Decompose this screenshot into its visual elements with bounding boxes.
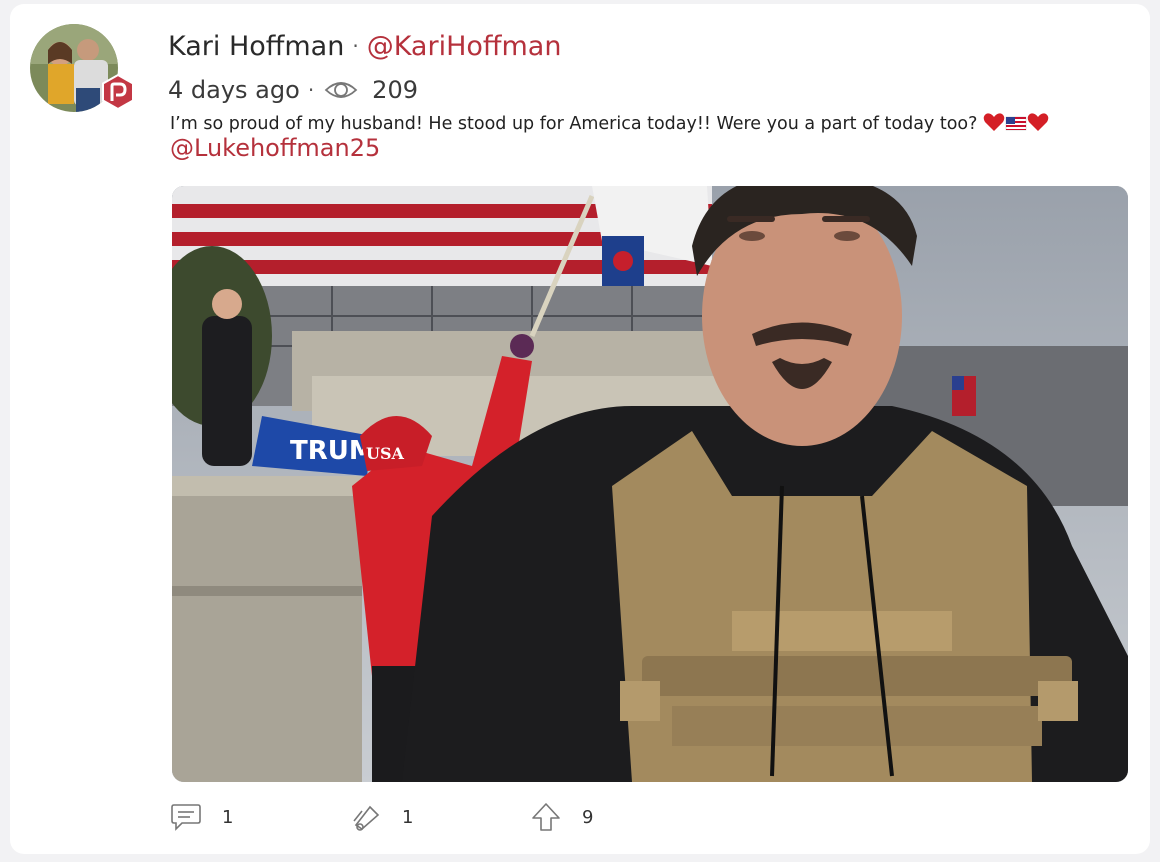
view-count: 209	[372, 76, 418, 104]
author-handle[interactable]: @KariHoffman	[367, 31, 562, 62]
heart-emoji-icon	[1027, 112, 1049, 139]
parler-badge-icon	[100, 73, 136, 111]
echo-icon	[350, 801, 382, 833]
echo-button[interactable]: 1	[350, 801, 530, 833]
upvote-count: 9	[582, 806, 594, 828]
heart-emoji-icon	[983, 112, 1005, 139]
photo-sign-usa: USA	[366, 444, 405, 463]
comment-button[interactable]: 1	[170, 801, 350, 833]
mention-link[interactable]: @Lukehoffman25	[170, 134, 380, 162]
author-line: Kari Hoffman · @KariHoffman	[168, 26, 561, 66]
author-name[interactable]: Kari Hoffman	[168, 31, 344, 62]
post-image[interactable]: TRUMP USA	[172, 186, 1128, 782]
post-text: I’m so proud of my husband! He stood up …	[170, 114, 978, 134]
separator-dot: ·	[307, 78, 315, 102]
separator-dot: ·	[352, 34, 359, 58]
upvote-button[interactable]: 9	[530, 801, 593, 833]
us-flag-emoji-icon	[1005, 114, 1027, 139]
upvote-icon	[530, 801, 562, 833]
post-time: 4 days ago	[168, 76, 300, 104]
post-actions: 1 1 9	[170, 800, 593, 834]
author-avatar[interactable]	[30, 24, 134, 112]
comment-icon	[170, 801, 202, 833]
post-meta: 4 days ago · 209	[168, 70, 418, 110]
eye-icon	[324, 78, 358, 102]
post-card: Kari Hoffman · @KariHoffman 4 days ago ·…	[10, 4, 1150, 854]
comment-count: 1	[222, 806, 234, 828]
echo-count: 1	[402, 806, 414, 828]
